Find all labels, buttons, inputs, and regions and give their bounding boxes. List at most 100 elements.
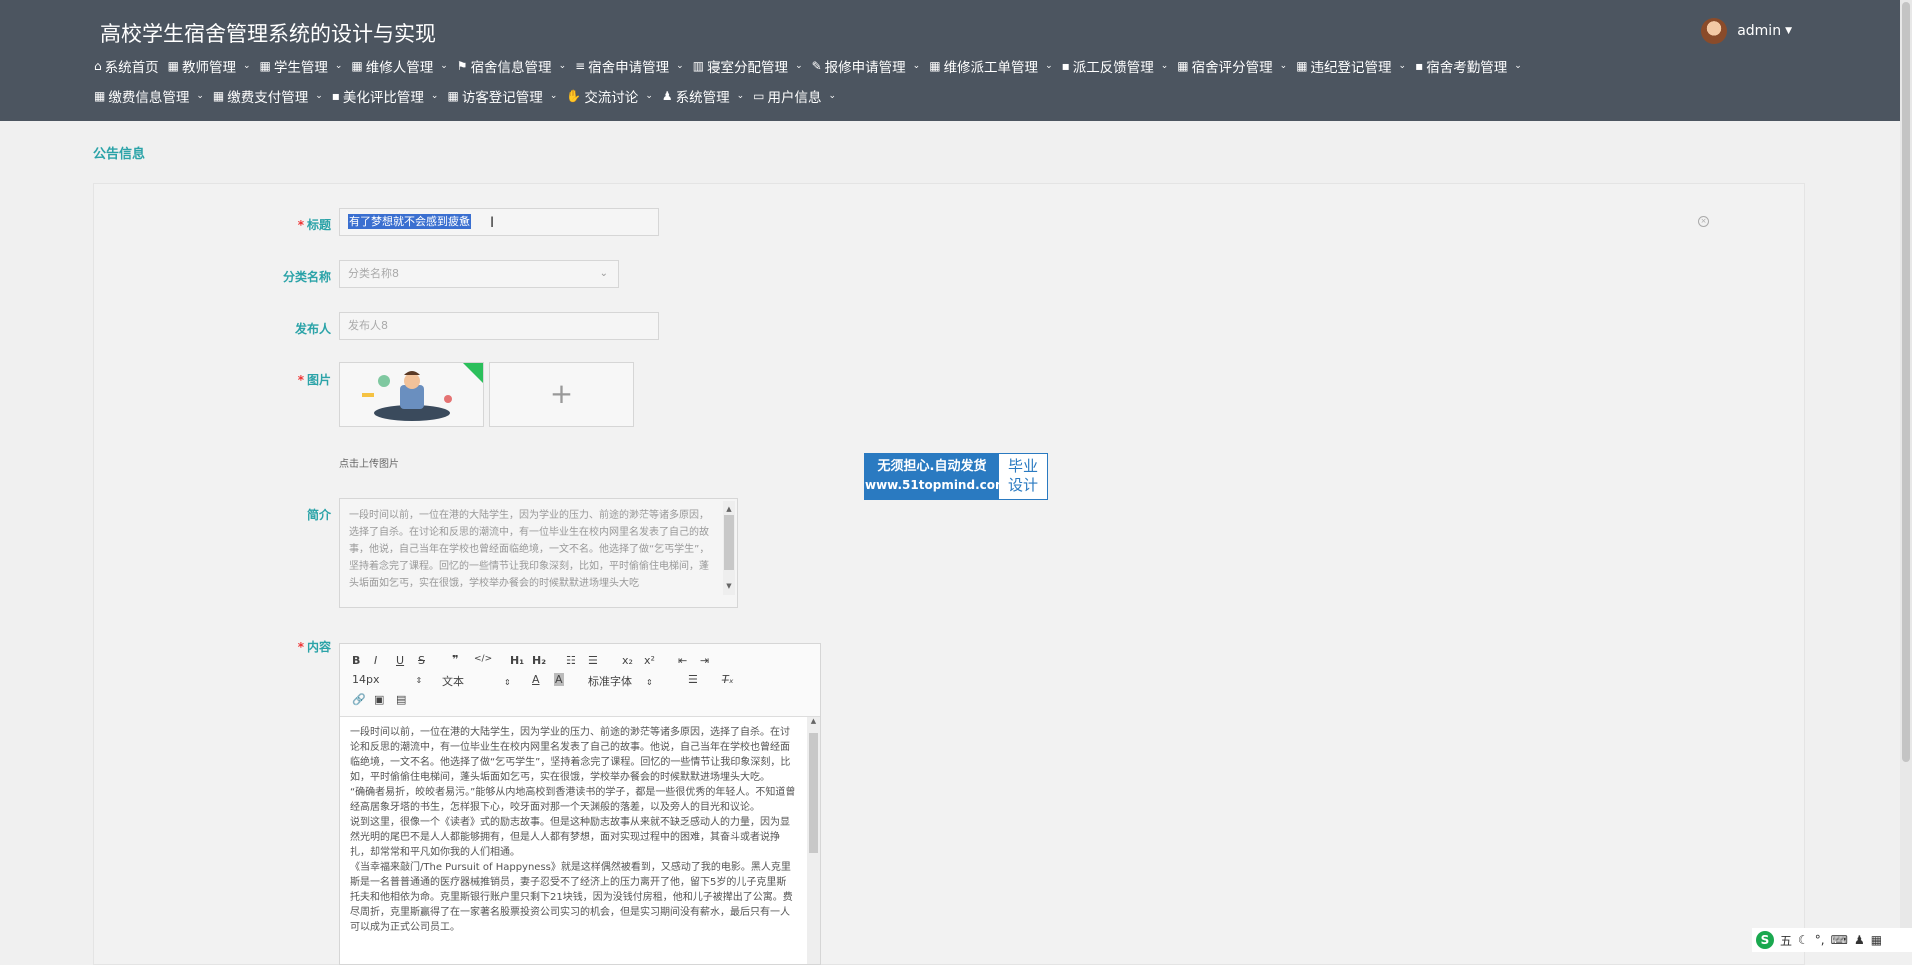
nav-item[interactable]: ♟ 系统管理 ⌄	[662, 86, 744, 106]
nav-item[interactable]: ▦ 违纪登记管理 ⌄	[1296, 56, 1406, 76]
nav-item[interactable]: ▥ 寝室分配管理 ⌄	[693, 56, 803, 76]
nav-item[interactable]: ▦ 维修人管理 ⌄	[351, 56, 447, 76]
nav-item-label: 宿舍信息管理	[470, 60, 552, 76]
font-color-icon[interactable]: A	[532, 673, 540, 686]
sogou-icon[interactable]: S	[1756, 931, 1774, 949]
heading2-icon[interactable]: H₂	[532, 654, 546, 667]
font-family-select[interactable]: 标准字体 ⇕	[588, 673, 653, 689]
image-preview	[340, 363, 483, 426]
heading1-icon[interactable]: H₁	[510, 654, 524, 667]
nav-item[interactable]: ⚑ 宿舍信息管理 ⌄	[457, 56, 566, 76]
rich-text-editor[interactable]: B I U S ❞ </> H₁ H₂ ☷ ☰ x₂ x² ⇤ ⇥ 14px ⇕ …	[339, 643, 821, 965]
chevron-down-icon: ⌄	[440, 61, 448, 71]
chevron-down-icon: ⌄	[315, 91, 323, 101]
video-icon[interactable]: ▤	[396, 693, 406, 706]
font-size-select[interactable]: 14px ⇕	[352, 673, 422, 686]
category-placeholder: 分类名称8	[348, 267, 399, 280]
nav-item[interactable]: ▦ 缴费信息管理 ⌄	[94, 86, 204, 106]
chevron-down-icon: ⌄	[1160, 61, 1169, 71]
scroll-thumb[interactable]	[809, 733, 818, 853]
quote-icon[interactable]: ❞	[452, 653, 458, 666]
grid-icon: ▦	[351, 59, 363, 73]
chevron-down-icon: ⌄	[1398, 61, 1407, 71]
scrollbar-thumb[interactable]	[1902, 2, 1910, 762]
scroll-up-icon[interactable]: ▲	[807, 717, 820, 725]
nav-item-label: 缴费支付管理	[227, 90, 309, 106]
moon-icon[interactable]: ☾	[1798, 933, 1809, 947]
plus-icon: +	[549, 377, 574, 410]
outdent-icon[interactable]: ⇤	[678, 654, 687, 667]
nav-item[interactable]: ▪ 美化评比管理 ⌄	[332, 86, 439, 106]
breadcrumb: 公告信息	[93, 147, 146, 162]
list-icon: ≡	[575, 59, 586, 73]
nav-item[interactable]: ▦ 宿舍评分管理 ⌄	[1177, 56, 1287, 76]
main-nav: ⌂ 系统首页 ▦ 教师管理 ⌄ ▦ 学生管理 ⌄ ▦ 维修人管理 ⌄ ⚑ 宿舍信息管理 ⌄ ≡ 宿舍申请管理 ⌄…	[94, 56, 1814, 106]
nav-item[interactable]: ≡ 宿舍申请管理 ⌄	[575, 56, 684, 76]
category-select[interactable]: 分类名称8 ⌄	[339, 260, 619, 288]
background-color-icon[interactable]: A	[554, 673, 564, 686]
nav-item-label: 宿舍评分管理	[1191, 60, 1273, 76]
indent-icon[interactable]: ⇥	[700, 654, 709, 667]
intro-scrollbar[interactable]: ▲ ▼	[723, 501, 735, 595]
nav-item[interactable]: ▦ 缴费支付管理 ⌄	[213, 86, 323, 106]
image-icon[interactable]: ▣	[374, 693, 384, 706]
chevron-down-icon: ⌄	[196, 91, 204, 101]
publisher-input[interactable]: 发布人8	[339, 312, 659, 340]
nav-item[interactable]: ▪ 宿舍考勤管理 ⌄	[1415, 56, 1522, 76]
nav-item[interactable]: ▪ 派工反馈管理 ⌄	[1062, 56, 1169, 76]
content-label: * 内容	[297, 640, 331, 654]
subscript-icon[interactable]: x₂	[622, 654, 633, 667]
publisher-placeholder: 发布人8	[348, 319, 388, 332]
bar-chart-icon: ▥	[692, 59, 705, 73]
nav-item[interactable]: ▦ 访客登记管理 ⌄	[447, 86, 557, 106]
title-input[interactable]: 有了梦想就不会感到疲惫 I	[339, 208, 659, 236]
nav-item-label: 维修人管理	[365, 60, 434, 76]
nav-item[interactable]: ▦ 教师管理 ⌄	[168, 56, 251, 76]
scroll-thumb[interactable]	[724, 515, 734, 570]
nav-item[interactable]: ✋ 交流讨论 ⌄	[566, 86, 653, 106]
grid-icon[interactable]: ▦	[1871, 933, 1882, 947]
align-icon[interactable]: ☰	[688, 673, 698, 686]
editor-scrollbar[interactable]: ▲	[807, 717, 820, 964]
paragraph-select[interactable]: 文本 ⇕	[442, 673, 511, 689]
superscript-icon[interactable]: x²	[644, 654, 655, 667]
intro-label: 简介	[306, 508, 331, 522]
grid-icon: ▦	[929, 59, 941, 73]
promo-badge: 无须担心.自动发货 www.51topmind.com 毕业 设计	[864, 453, 1048, 500]
promo-tag: 毕业 设计	[999, 454, 1047, 499]
select-arrows-icon: ⇕	[646, 678, 653, 687]
editor-toolbar: B I U S ❞ </> H₁ H₂ ☷ ☰ x₂ x² ⇤ ⇥ 14px ⇕ …	[340, 644, 820, 717]
clear-format-icon[interactable]: T̶ₓ	[722, 673, 734, 686]
ime-mode[interactable]: 五	[1780, 932, 1792, 949]
close-icon[interactable]: ×	[1698, 216, 1709, 227]
page-scrollbar[interactable]	[1900, 0, 1912, 952]
uploaded-image-thumbnail[interactable]	[339, 362, 484, 427]
chevron-down-icon: ⌄	[549, 91, 558, 101]
italic-icon[interactable]: I	[374, 654, 377, 667]
add-image-button[interactable]: +	[489, 362, 634, 427]
punct-icon[interactable]: °,	[1815, 933, 1825, 947]
code-icon[interactable]: </>	[474, 654, 492, 664]
bold-icon[interactable]: B	[352, 654, 360, 667]
nav-item[interactable]: ▦ 学生管理 ⌄	[260, 56, 343, 76]
nav-item[interactable]: ✎ 报修申请管理 ⌄	[812, 56, 921, 76]
title-label: * 标题	[297, 218, 331, 232]
strike-icon[interactable]: S	[418, 654, 425, 667]
keyboard-icon[interactable]: ⌨	[1831, 933, 1848, 947]
image-label: * 图片	[297, 373, 331, 387]
bullet-list-icon[interactable]: ☰	[588, 654, 598, 667]
thumbs-up-icon: ✋	[566, 89, 582, 103]
underline-icon[interactable]: U	[396, 654, 404, 667]
nav-item[interactable]: ▦ 维修派工单管理 ⌄	[929, 56, 1052, 76]
nav-item[interactable]: ⌂ 系统首页	[94, 56, 159, 76]
user-icon[interactable]: ♟	[1854, 933, 1865, 947]
link-icon[interactable]: 🔗	[352, 693, 366, 706]
editor-content[interactable]: 一段时间以前，一位在港的大陆学生，因为学业的压力、前途的渺茫等诸多原因，选择了自…	[340, 717, 806, 964]
ordered-list-icon[interactable]: ☷	[566, 654, 576, 667]
intro-textarea[interactable]: 一段时间以前，一位在港的大陆学生，因为学业的压力、前途的渺茫等诸多原因，选择了自…	[339, 498, 738, 608]
scroll-down-icon[interactable]: ▼	[723, 578, 735, 595]
nav-item-label: 违纪登记管理	[1310, 60, 1392, 76]
required-mark: *	[297, 218, 304, 232]
nav-item[interactable]: ▭ 用户信息 ⌄	[753, 86, 836, 106]
user-menu[interactable]: admin ▼	[1701, 18, 1792, 44]
